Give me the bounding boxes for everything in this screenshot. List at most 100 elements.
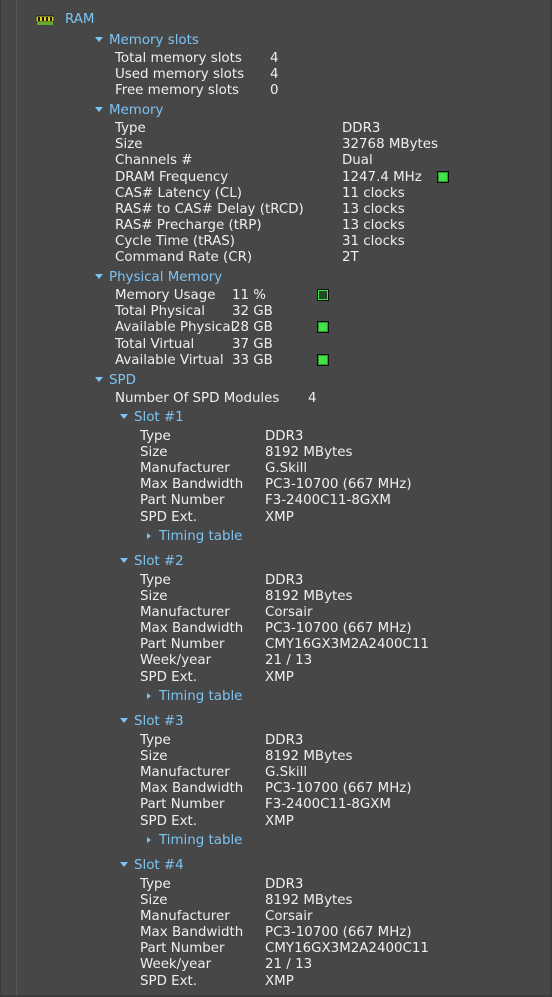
prop-value: 0	[270, 83, 279, 98]
dram-frequency-indicator-icon	[437, 171, 449, 183]
prop-row: Total memory slots 4	[115, 51, 315, 67]
prop-value: 33 GB	[232, 353, 273, 368]
prop-label: Part Number	[140, 637, 225, 652]
expand-arrow-icon[interactable]	[95, 107, 103, 112]
prop-value: 4	[270, 67, 279, 82]
prop-label: Part Number	[140, 797, 225, 812]
section-memory-slots[interactable]: Memory slots	[95, 33, 199, 49]
prop-row: Used memory slots 4	[115, 67, 315, 83]
collapsed-arrow-icon[interactable]	[147, 837, 151, 843]
prop-label: Max Bandwidth	[140, 477, 244, 492]
prop-label: Size	[140, 749, 168, 764]
expand-arrow-icon[interactable]	[120, 414, 128, 419]
prop-value: Dual	[342, 153, 373, 168]
prop-label: Size	[115, 137, 143, 152]
timing-table-link[interactable]: Timing table	[147, 833, 242, 849]
slot-1-node[interactable]: Slot #1	[120, 410, 184, 426]
prop-value: 37 GB	[232, 337, 273, 352]
expand-arrow-icon[interactable]	[95, 377, 103, 382]
slot-header-label: Slot #1	[134, 410, 184, 425]
prop-row: Size 8192 MBytes	[140, 749, 460, 765]
ram-module-icon	[36, 15, 54, 25]
prop-value: 28 GB	[232, 320, 273, 335]
prop-label: Free memory slots	[115, 83, 239, 98]
prop-row: Type DDR3	[140, 877, 460, 893]
prop-label: SPD Ext.	[140, 510, 198, 525]
prop-row: Part Number F3-2400C11-8GXM	[140, 797, 460, 813]
prop-row: Free memory slots 0	[115, 83, 315, 99]
expand-arrow-icon[interactable]	[120, 558, 128, 563]
prop-label: Max Bandwidth	[140, 621, 244, 636]
prop-row: Max Bandwidth PC3-10700 (667 MHz)	[140, 781, 460, 797]
prop-value: PC3-10700 (667 MHz)	[265, 925, 412, 940]
timing-table-label: Timing table	[159, 529, 243, 544]
prop-value: 8192 MBytes	[265, 893, 353, 908]
timing-table-label: Timing table	[159, 689, 243, 704]
prop-value: DDR3	[265, 573, 304, 588]
prop-label: Week/year	[140, 653, 212, 668]
prop-row: SPD Ext. XMP	[140, 974, 460, 990]
prop-row: Channels # Dual	[115, 153, 515, 169]
prop-row: RAS# Precharge (tRP) 13 clocks	[115, 218, 515, 234]
prop-label: Total Virtual	[115, 337, 195, 352]
prop-label: RAS# Precharge (tRP)	[115, 218, 262, 233]
prop-label: Number Of SPD Modules	[115, 391, 280, 406]
prop-row: Type DDR3	[140, 429, 460, 445]
section-memory[interactable]: Memory	[95, 103, 163, 119]
section-physical-memory[interactable]: Physical Memory	[95, 270, 222, 286]
prop-label: Channels #	[115, 153, 193, 168]
tree-node-ram[interactable]: RAM	[65, 12, 94, 28]
prop-row: Number Of SPD Modules 4	[115, 391, 335, 407]
prop-value: 32768 MBytes	[342, 137, 438, 152]
prop-label: Week/year	[140, 957, 212, 972]
prop-value: Corsair	[265, 605, 313, 620]
expand-arrow-icon[interactable]	[95, 37, 103, 42]
prop-row: Part Number F3-2400C11-8GXM	[140, 493, 460, 509]
prop-row: Type DDR3	[140, 573, 460, 589]
prop-value: 21 / 13	[265, 957, 313, 972]
prop-value: PC3-10700 (667 MHz)	[265, 621, 412, 636]
section-header-label: Memory slots	[109, 33, 199, 48]
collapsed-arrow-icon[interactable]	[147, 693, 151, 699]
expand-arrow-icon[interactable]	[120, 718, 128, 723]
prop-row: Cycle Time (tRAS) 31 clocks	[115, 234, 515, 250]
prop-row: Manufacturer Corsair	[140, 605, 460, 621]
prop-label: RAS# to CAS# Delay (tRCD)	[115, 202, 304, 217]
collapsed-arrow-icon[interactable]	[147, 533, 151, 539]
slot-header-label: Slot #4	[134, 858, 184, 873]
prop-row: Available Physical 28 GB	[115, 320, 335, 336]
prop-value: 11 clocks	[342, 186, 405, 201]
section-header-label: Memory	[109, 103, 164, 118]
timing-table-link[interactable]: Timing table	[147, 689, 242, 705]
available-virtual-indicator-icon	[317, 354, 329, 366]
prop-value: XMP	[265, 974, 294, 989]
timing-table-link[interactable]: Timing table	[147, 529, 242, 545]
prop-value: 4	[270, 51, 279, 66]
prop-label: Available Virtual	[115, 353, 224, 368]
prop-row: Max Bandwidth PC3-10700 (667 MHz)	[140, 477, 460, 493]
prop-label: CAS# Latency (CL)	[115, 186, 242, 201]
prop-label: Manufacturer	[140, 765, 230, 780]
section-spd[interactable]: SPD	[95, 373, 136, 389]
expand-arrow-icon[interactable]	[95, 274, 103, 279]
prop-value: DDR3	[265, 429, 304, 444]
slot-2-node[interactable]: Slot #2	[120, 554, 184, 570]
prop-row: Manufacturer G.Skill	[140, 461, 460, 477]
prop-value: CMY16GX3M2A2400C11	[265, 637, 429, 652]
prop-label: SPD Ext.	[140, 974, 198, 989]
prop-row: Part Number CMY16GX3M2A2400C11	[140, 637, 460, 653]
prop-row: Total Virtual 37 GB	[115, 337, 335, 353]
expand-arrow-icon[interactable]	[120, 862, 128, 867]
prop-label: Type	[140, 429, 171, 444]
prop-value: PC3-10700 (667 MHz)	[265, 781, 412, 796]
prop-row: RAS# to CAS# Delay (tRCD) 13 clocks	[115, 202, 515, 218]
prop-value: 21 / 13	[265, 653, 313, 668]
prop-label: Total memory slots	[115, 51, 242, 66]
slot-3-node[interactable]: Slot #3	[120, 714, 184, 730]
prop-value: 8192 MBytes	[265, 589, 353, 604]
prop-row: SPD Ext. XMP	[140, 510, 460, 526]
tree-node-ram-label: RAM	[65, 12, 95, 27]
prop-value: 4	[308, 391, 317, 406]
prop-value: DDR3	[265, 877, 304, 892]
slot-4-node[interactable]: Slot #4	[120, 858, 184, 874]
